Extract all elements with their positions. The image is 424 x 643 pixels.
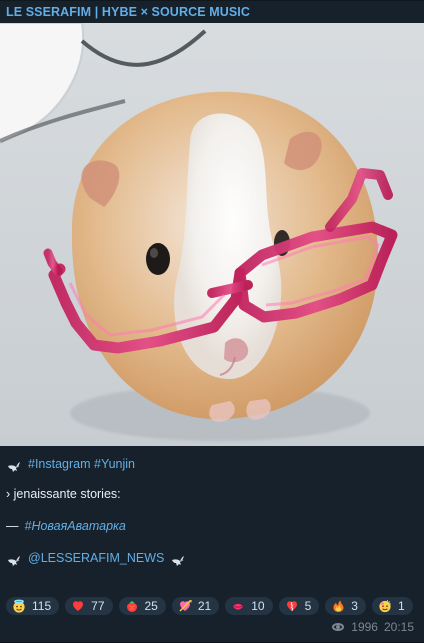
reaction-chip[interactable]: 115 xyxy=(6,597,60,615)
reaction-bar: 115 77 25 21 10 5 3 1 xyxy=(6,597,413,615)
views-eye-icon xyxy=(331,620,345,634)
reaction-chip[interactable]: 5 xyxy=(278,597,320,615)
caption-news-handle[interactable]: @LESSERAFIM_NEWS xyxy=(28,550,164,566)
channel-title[interactable]: LE SSERAFIM | HYBE × SOURCE MUSIC xyxy=(0,1,424,23)
reaction-chip[interactable]: 21 xyxy=(171,597,220,615)
post-meta: 1996 20:15 xyxy=(331,620,414,634)
caption-avatar-tag[interactable]: #НоваяАватарка xyxy=(25,518,126,534)
party-face-emoji-icon xyxy=(378,599,392,613)
reaction-chip[interactable]: 1 xyxy=(371,597,413,615)
reaction-chip[interactable]: 77 xyxy=(65,597,113,615)
reaction-chip[interactable]: 25 xyxy=(118,597,166,615)
reaction-count: 5 xyxy=(304,599,312,613)
reaction-count: 10 xyxy=(251,599,265,613)
caption-avatar-prefix: — xyxy=(6,519,19,533)
reaction-count: 115 xyxy=(32,599,52,613)
caption-stories-text: › jenaissante stories: xyxy=(6,487,121,501)
heart-arrow-emoji-icon xyxy=(178,599,192,613)
views-count: 1996 xyxy=(351,620,378,634)
post-caption: #Instagram #Yunjin › jenaissante stories… xyxy=(0,446,424,566)
caption-tags[interactable]: #Instagram #Yunjin xyxy=(28,456,135,472)
caption-line-tags: #Instagram #Yunjin xyxy=(6,456,418,472)
dove-icon xyxy=(6,457,22,473)
caption-line-stories: › jenaissante stories: xyxy=(6,486,418,502)
reaction-chip[interactable]: 3 xyxy=(325,597,366,615)
reaction-chip[interactable]: 10 xyxy=(225,597,273,615)
angel-emoji-icon xyxy=(12,599,26,613)
kiss-emoji-icon xyxy=(231,599,245,613)
post-time: 20:15 xyxy=(383,620,414,634)
dove-icon xyxy=(170,551,186,567)
broken-heart-emoji-icon xyxy=(285,599,299,613)
heart-emoji-icon xyxy=(71,599,85,613)
reaction-count: 21 xyxy=(197,599,212,613)
post-photo[interactable] xyxy=(0,23,424,446)
caption-line-news: @LESSERAFIM_NEWS xyxy=(6,550,418,566)
reaction-count: 3 xyxy=(351,599,358,613)
caption-line-avatar: — #НоваяАватарка xyxy=(6,518,418,534)
fire-emoji-icon xyxy=(331,599,345,613)
dove-icon xyxy=(6,551,22,567)
reaction-count: 1 xyxy=(397,599,405,613)
channel-post: LE SSERAFIM | HYBE × SOURCE MUSIC #Insta… xyxy=(0,0,424,643)
guinea-pig-photo xyxy=(0,23,424,446)
reaction-count: 25 xyxy=(144,599,158,613)
strawberry-emoji-icon xyxy=(125,599,139,613)
reaction-count: 77 xyxy=(91,599,105,613)
